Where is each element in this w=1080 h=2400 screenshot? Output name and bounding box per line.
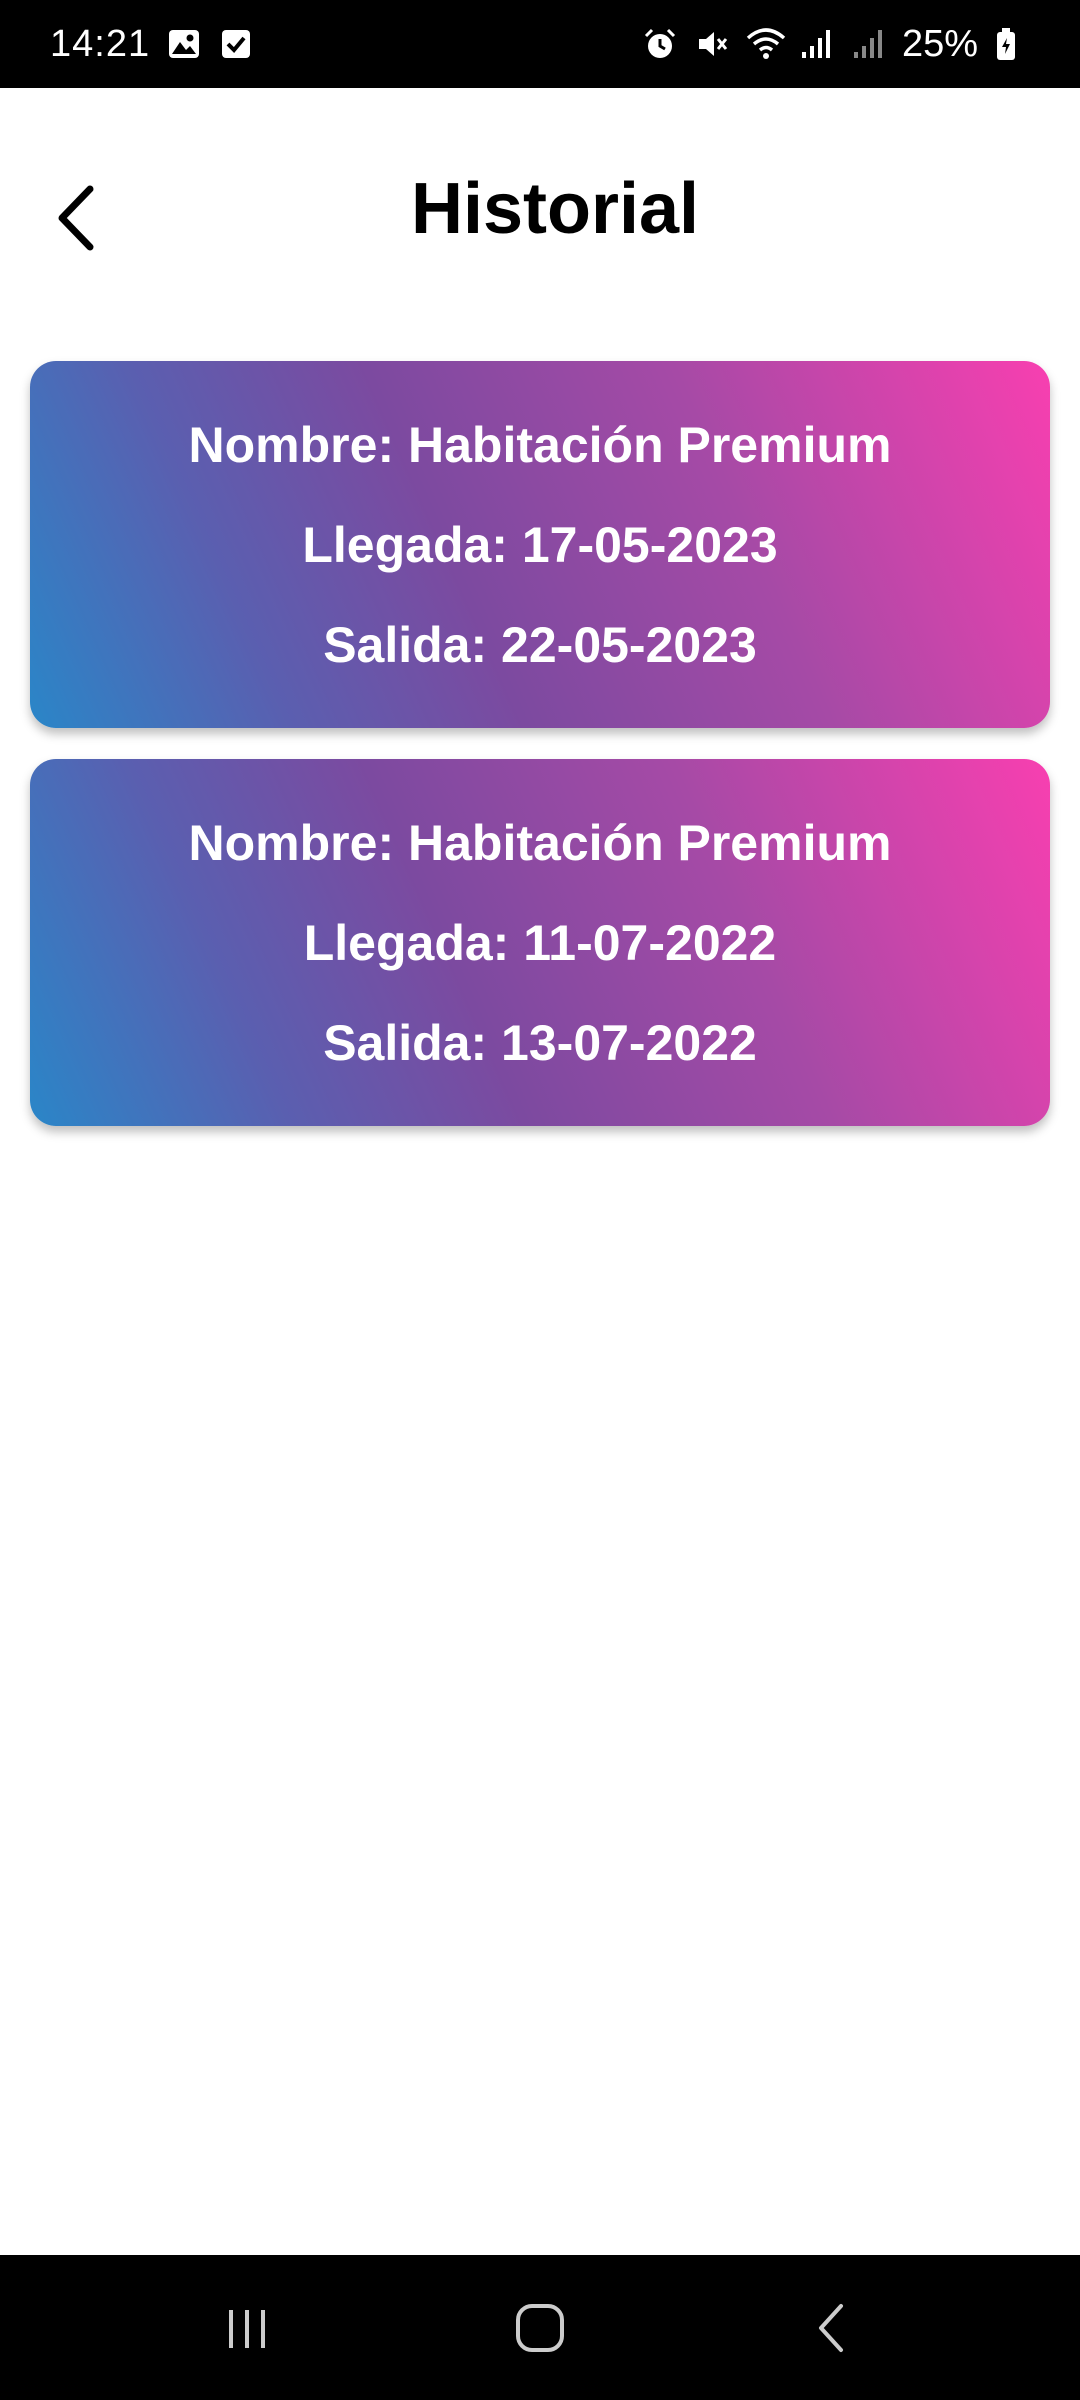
nav-bar [0, 2255, 1080, 2400]
card-name-line: Nombre: Habitación Premium [189, 420, 892, 470]
back-icon [819, 2303, 844, 2352]
departure-label: Salida: [323, 1014, 488, 1071]
recents-icon [228, 2309, 265, 2348]
home-button[interactable] [480, 2278, 600, 2378]
card-name-line: Nombre: Habitación Premium [189, 818, 892, 868]
arrival-label: Llegada: [302, 516, 508, 573]
battery-percent: 25% [901, 22, 978, 65]
status-time: 14:21 [50, 22, 151, 65]
departure-value: 13-07-2022 [501, 1014, 757, 1071]
page-title: Historial [410, 169, 700, 249]
departure-value: 22-05-2023 [501, 616, 757, 673]
arrival-value: 17-05-2023 [521, 516, 778, 573]
name-value: Habitación Premium [408, 416, 892, 473]
home-icon [515, 2303, 564, 2352]
signal-icon-2 [850, 26, 886, 62]
gallery-icon [166, 26, 202, 62]
history-list: Nombre: Habitación Premium Llegada: 17-0… [30, 361, 1050, 1157]
card-departure-line: Salida: 13-07-2022 [323, 1018, 757, 1068]
history-card[interactable]: Nombre: Habitación Premium Llegada: 17-0… [30, 361, 1050, 728]
recents-button[interactable] [187, 2278, 307, 2378]
departure-label: Salida: [323, 616, 488, 673]
arrival-value: 11-07-2022 [523, 914, 777, 971]
app-header: Historial [0, 88, 1080, 348]
history-card[interactable]: Nombre: Habitación Premium Llegada: 11-0… [30, 759, 1050, 1126]
alarm-icon [642, 26, 678, 62]
wifi-icon [746, 26, 786, 62]
arrival-label: Llegada: [303, 914, 510, 971]
name-label: Nombre: [188, 416, 395, 473]
nav-back-button[interactable] [773, 2278, 893, 2378]
name-label: Nombre: [188, 814, 395, 871]
battery-icon [994, 26, 1030, 62]
status-bar: 14:21 25% [0, 0, 1080, 88]
name-value: Habitación Premium [408, 814, 892, 871]
signal-icon [798, 26, 834, 62]
status-right: 25% [642, 23, 1030, 66]
card-departure-line: Salida: 22-05-2023 [323, 620, 757, 670]
mute-icon [694, 26, 730, 62]
status-left: 14:21 [50, 23, 254, 66]
card-arrival-line: Llegada: 11-07-2022 [304, 918, 777, 968]
card-arrival-line: Llegada: 17-05-2023 [302, 520, 777, 570]
checkbox-icon [218, 26, 254, 62]
